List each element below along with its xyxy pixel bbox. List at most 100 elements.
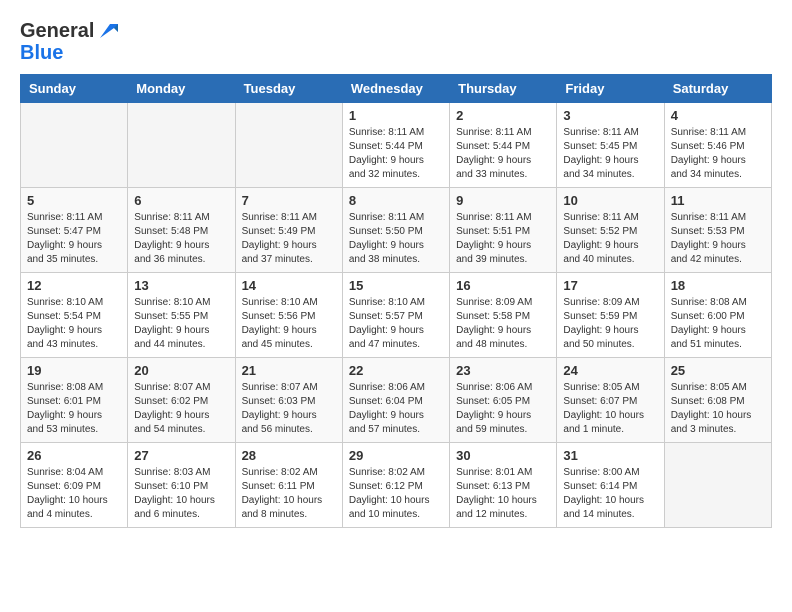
- day-number: 23: [456, 363, 550, 378]
- calendar-cell: 1 Sunrise: 8:11 AM Sunset: 5:44 PM Daylig…: [342, 103, 449, 188]
- logo-wave-icon: [96, 20, 118, 42]
- calendar-week-1: 1 Sunrise: 8:11 AM Sunset: 5:44 PM Daylig…: [21, 103, 772, 188]
- day-info: Sunrise: 8:10 AM Sunset: 5:54 PM Dayligh…: [27, 296, 121, 352]
- day-info: Sunrise: 8:03 AM Sunset: 6:10 PM Dayligh…: [134, 466, 228, 522]
- calendar-cell: 22 Sunrise: 8:06 AM Sunset: 6:04 PM Dayli…: [342, 358, 449, 443]
- calendar-cell: 29 Sunrise: 8:02 AM Sunset: 6:12 PM Dayli…: [342, 443, 449, 528]
- calendar-cell: 2 Sunrise: 8:11 AM Sunset: 5:44 PM Daylig…: [450, 103, 557, 188]
- day-number: 6: [134, 193, 228, 208]
- calendar-cell: 28 Sunrise: 8:02 AM Sunset: 6:11 PM Dayli…: [235, 443, 342, 528]
- page-header: General Blue: [20, 20, 772, 64]
- col-header-wednesday: Wednesday: [342, 75, 449, 103]
- day-info: Sunrise: 8:11 AM Sunset: 5:52 PM Dayligh…: [563, 211, 657, 267]
- day-info: Sunrise: 8:10 AM Sunset: 5:57 PM Dayligh…: [349, 296, 443, 352]
- calendar-header-row: SundayMondayTuesdayWednesdayThursdayFrid…: [21, 75, 772, 103]
- day-info: Sunrise: 8:05 AM Sunset: 6:08 PM Dayligh…: [671, 381, 765, 437]
- day-number: 10: [563, 193, 657, 208]
- calendar-week-3: 12 Sunrise: 8:10 AM Sunset: 5:54 PM Dayli…: [21, 273, 772, 358]
- day-number: 1: [349, 108, 443, 123]
- day-number: 20: [134, 363, 228, 378]
- day-info: Sunrise: 8:09 AM Sunset: 5:58 PM Dayligh…: [456, 296, 550, 352]
- calendar-cell: [128, 103, 235, 188]
- day-number: 9: [456, 193, 550, 208]
- day-info: Sunrise: 8:00 AM Sunset: 6:14 PM Dayligh…: [563, 466, 657, 522]
- day-number: 11: [671, 193, 765, 208]
- col-header-friday: Friday: [557, 75, 664, 103]
- calendar-cell: 19 Sunrise: 8:08 AM Sunset: 6:01 PM Dayli…: [21, 358, 128, 443]
- day-info: Sunrise: 8:11 AM Sunset: 5:48 PM Dayligh…: [134, 211, 228, 267]
- day-number: 13: [134, 278, 228, 293]
- calendar-cell: 6 Sunrise: 8:11 AM Sunset: 5:48 PM Daylig…: [128, 188, 235, 273]
- day-info: Sunrise: 8:11 AM Sunset: 5:44 PM Dayligh…: [456, 126, 550, 182]
- day-info: Sunrise: 8:01 AM Sunset: 6:13 PM Dayligh…: [456, 466, 550, 522]
- calendar-cell: 27 Sunrise: 8:03 AM Sunset: 6:10 PM Dayli…: [128, 443, 235, 528]
- calendar-cell: 25Sunrise: 8:05 AM Sunset: 6:08 PM Dayli…: [664, 358, 771, 443]
- day-number: 5: [27, 193, 121, 208]
- day-info: Sunrise: 8:07 AM Sunset: 6:02 PM Dayligh…: [134, 381, 228, 437]
- calendar-cell: 30Sunrise: 8:01 AM Sunset: 6:13 PM Dayli…: [450, 443, 557, 528]
- logo: General Blue: [20, 20, 118, 64]
- day-info: Sunrise: 8:10 AM Sunset: 5:55 PM Dayligh…: [134, 296, 228, 352]
- day-number: 26: [27, 448, 121, 463]
- day-number: 8: [349, 193, 443, 208]
- day-info: Sunrise: 8:02 AM Sunset: 6:11 PM Dayligh…: [242, 466, 336, 522]
- day-info: Sunrise: 8:08 AM Sunset: 6:00 PM Dayligh…: [671, 296, 765, 352]
- calendar-cell: 4Sunrise: 8:11 AM Sunset: 5:46 PM Daylig…: [664, 103, 771, 188]
- day-number: 3: [563, 108, 657, 123]
- day-number: 31: [563, 448, 657, 463]
- col-header-saturday: Saturday: [664, 75, 771, 103]
- day-number: 29: [349, 448, 443, 463]
- day-number: 2: [456, 108, 550, 123]
- calendar-cell: [21, 103, 128, 188]
- calendar-cell: 11 Sunrise: 8:11 AM Sunset: 5:53 PM Dayli…: [664, 188, 771, 273]
- day-info: Sunrise: 8:05 AM Sunset: 6:07 PM Dayligh…: [563, 381, 657, 437]
- day-number: 18: [671, 278, 765, 293]
- calendar-cell: 18 Sunrise: 8:08 AM Sunset: 6:00 PM Dayli…: [664, 273, 771, 358]
- day-number: 14: [242, 278, 336, 293]
- day-number: 12: [27, 278, 121, 293]
- day-number: 15: [349, 278, 443, 293]
- col-header-tuesday: Tuesday: [235, 75, 342, 103]
- calendar-cell: 5 Sunrise: 8:11 AM Sunset: 5:47 PM Daylig…: [21, 188, 128, 273]
- day-number: 22: [349, 363, 443, 378]
- day-info: Sunrise: 8:11 AM Sunset: 5:45 PM Dayligh…: [563, 126, 657, 182]
- day-info: Sunrise: 8:11 AM Sunset: 5:49 PM Dayligh…: [242, 211, 336, 267]
- calendar-cell: 9 Sunrise: 8:11 AM Sunset: 5:51 PM Daylig…: [450, 188, 557, 273]
- day-info: Sunrise: 8:09 AM Sunset: 5:59 PM Dayligh…: [563, 296, 657, 352]
- calendar-cell: 17 Sunrise: 8:09 AM Sunset: 5:59 PM Dayli…: [557, 273, 664, 358]
- calendar-cell: 24Sunrise: 8:05 AM Sunset: 6:07 PM Dayli…: [557, 358, 664, 443]
- calendar-cell: 23Sunrise: 8:06 AM Sunset: 6:05 PM Dayli…: [450, 358, 557, 443]
- calendar-cell: 12 Sunrise: 8:10 AM Sunset: 5:54 PM Dayli…: [21, 273, 128, 358]
- day-info: Sunrise: 8:10 AM Sunset: 5:56 PM Dayligh…: [242, 296, 336, 352]
- logo-blue: Blue: [20, 42, 63, 64]
- day-info: Sunrise: 8:06 AM Sunset: 6:04 PM Dayligh…: [349, 381, 443, 437]
- calendar-cell: 8 Sunrise: 8:11 AM Sunset: 5:50 PM Daylig…: [342, 188, 449, 273]
- day-number: 19: [27, 363, 121, 378]
- calendar-table: SundayMondayTuesdayWednesdayThursdayFrid…: [20, 74, 772, 528]
- day-info: Sunrise: 8:11 AM Sunset: 5:44 PM Dayligh…: [349, 126, 443, 182]
- day-info: Sunrise: 8:02 AM Sunset: 6:12 PM Dayligh…: [349, 466, 443, 522]
- calendar-cell: [664, 443, 771, 528]
- calendar-week-4: 19 Sunrise: 8:08 AM Sunset: 6:01 PM Dayli…: [21, 358, 772, 443]
- day-number: 28: [242, 448, 336, 463]
- calendar-cell: 3 Sunrise: 8:11 AM Sunset: 5:45 PM Daylig…: [557, 103, 664, 188]
- calendar-week-5: 26 Sunrise: 8:04 AM Sunset: 6:09 PM Dayli…: [21, 443, 772, 528]
- calendar-cell: [235, 103, 342, 188]
- day-info: Sunrise: 8:08 AM Sunset: 6:01 PM Dayligh…: [27, 381, 121, 437]
- calendar-cell: 21Sunrise: 8:07 AM Sunset: 6:03 PM Dayli…: [235, 358, 342, 443]
- day-info: Sunrise: 8:04 AM Sunset: 6:09 PM Dayligh…: [27, 466, 121, 522]
- day-number: 21: [242, 363, 336, 378]
- day-info: Sunrise: 8:11 AM Sunset: 5:50 PM Dayligh…: [349, 211, 443, 267]
- logo-block: General Blue: [20, 20, 118, 64]
- calendar-cell: 15 Sunrise: 8:10 AM Sunset: 5:57 PM Dayli…: [342, 273, 449, 358]
- calendar-cell: 14 Sunrise: 8:10 AM Sunset: 5:56 PM Dayli…: [235, 273, 342, 358]
- day-number: 27: [134, 448, 228, 463]
- day-number: 4: [671, 108, 765, 123]
- col-header-monday: Monday: [128, 75, 235, 103]
- day-info: Sunrise: 8:11 AM Sunset: 5:47 PM Dayligh…: [27, 211, 121, 267]
- day-info: Sunrise: 8:11 AM Sunset: 5:51 PM Dayligh…: [456, 211, 550, 267]
- day-number: 16: [456, 278, 550, 293]
- day-number: 17: [563, 278, 657, 293]
- day-info: Sunrise: 8:11 AM Sunset: 5:53 PM Dayligh…: [671, 211, 765, 267]
- col-header-thursday: Thursday: [450, 75, 557, 103]
